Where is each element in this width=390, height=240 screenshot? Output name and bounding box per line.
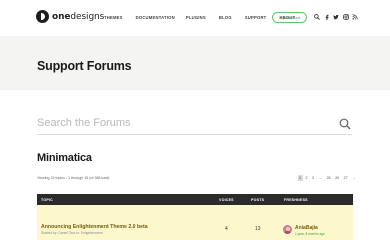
table-header: TOPIC VOICES POSTS FRESHNESS — [37, 194, 353, 205]
search-submit-icon[interactable] — [339, 117, 351, 130]
freshness-user-link[interactable]: AniaBajia — [295, 225, 318, 231]
logo-text: onedesigns — [52, 11, 105, 22]
page-ellipsis: … — [318, 176, 323, 180]
topics-table: TOPIC VOICES POSTS FRESHNESS Announcing … — [37, 194, 353, 240]
page-link[interactable]: 26 — [334, 175, 341, 181]
nav-item-blog[interactable]: BLOG — [219, 15, 232, 20]
page-title: Support Forums — [37, 59, 132, 73]
topic-count-text: Viewing 15 topics - 1 through 15 (of 388… — [37, 176, 110, 180]
page-link[interactable]: 3 — [311, 175, 316, 181]
nav-item-support[interactable]: SUPPORT — [245, 15, 267, 20]
freshness-time-link[interactable]: 1 year, 8 months ago — [295, 232, 325, 236]
instagram-icon[interactable] — [342, 14, 349, 20]
page-link[interactable]: 27 — [342, 175, 349, 181]
column-header-topic: TOPIC — [41, 197, 53, 202]
site-header: onedesigns THEMES DOCUMENTATION PLUGINS … — [0, 0, 390, 36]
avatar[interactable] — [283, 225, 292, 234]
topic-meta: Started by: Daniel Tara in: Enlightenmen… — [41, 231, 103, 235]
table-row: Announcing Enlightenment Theme 2.0 beta … — [37, 205, 353, 240]
column-header-freshness: FRESHNESS — [284, 197, 308, 202]
search-icon[interactable] — [314, 14, 320, 20]
column-header-voices: VOICES — [219, 197, 234, 202]
nav-item-documentation[interactable]: DOCUMENTATION — [136, 15, 175, 20]
my-account-button[interactable]: My Account — [272, 12, 307, 23]
posts-count: 13 — [255, 226, 261, 232]
pagination: 1 2 3 … 25 26 27 → — [296, 175, 357, 181]
nav-item-plugins[interactable]: PLUGINS — [186, 15, 206, 20]
page-link-current: 1 — [297, 175, 303, 181]
twitter-icon[interactable] — [333, 14, 339, 20]
forum-search-input[interactable] — [37, 111, 352, 135]
rss-icon[interactable] — [352, 14, 358, 20]
facebook-icon[interactable] — [324, 14, 330, 20]
forum-title: Minimatica — [37, 152, 92, 164]
site-logo[interactable]: onedesigns — [36, 10, 104, 23]
next-page-link[interactable]: → — [351, 175, 358, 181]
page-link[interactable]: 25 — [325, 175, 332, 181]
nav-item-themes[interactable]: THEMES — [104, 15, 123, 20]
page-link[interactable]: 2 — [304, 175, 309, 181]
voices-count: 4 — [225, 226, 228, 232]
header-icons — [314, 14, 362, 20]
topic-link[interactable]: Announcing Enlightenment Theme 2.0 beta — [41, 224, 148, 230]
logo-mark-icon — [36, 10, 49, 23]
column-header-posts: POSTS — [251, 197, 265, 202]
